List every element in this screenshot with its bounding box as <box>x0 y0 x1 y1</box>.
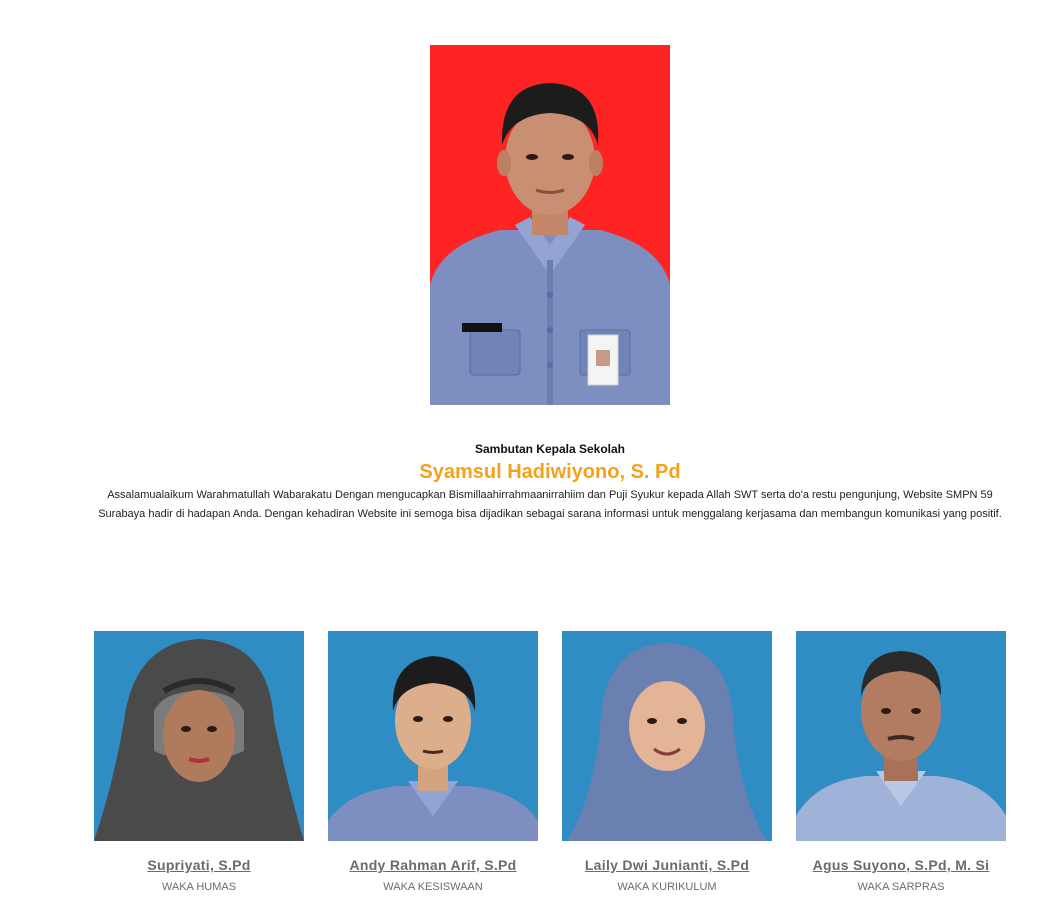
staff-portrait-icon <box>562 631 772 841</box>
staff-card: Agus Suyono, S.Pd, M. Si WAKA SARPRAS <box>796 631 1006 894</box>
principal-portrait-icon <box>430 45 670 405</box>
staff-photo <box>328 631 538 841</box>
staff-name-link[interactable]: Andy Rahman Arif, S.Pd <box>328 856 538 874</box>
staff-card: Andy Rahman Arif, S.Pd WAKA KESISWAAN <box>328 631 538 894</box>
staff-role: WAKA KESISWAAN <box>383 881 483 893</box>
staff-role: WAKA HUMAS <box>161 881 237 893</box>
principal-name: Syamsul Hadiwiyono, S. Pd <box>419 461 681 483</box>
principal-photo <box>430 45 670 405</box>
staff-card: Supriyati, S.Pd WAKA HUMAS <box>94 631 304 894</box>
staff-name-link[interactable]: Agus Suyono, S.Pd, M. Si <box>796 856 1006 874</box>
staff-role: WAKA SARPRAS <box>857 881 945 893</box>
staff-name-link[interactable]: Laily Dwi Junianti, S.Pd <box>562 856 772 874</box>
staff-photo <box>796 631 1006 841</box>
welcome-label: Sambutan Kepala Sekolah <box>474 442 626 456</box>
staff-card: Laily Dwi Junianti, S.Pd WAKA KURIKULUM <box>562 631 772 894</box>
staff-portrait-icon <box>328 631 538 841</box>
welcome-section: Sambutan Kepala Sekolah Syamsul Hadiwiyo… <box>90 440 1010 524</box>
staff-photo <box>94 631 304 841</box>
welcome-message: Assalamualaikum Warahmatullah Wabarakatu… <box>98 489 1002 520</box>
staff-portrait-icon <box>796 631 1006 841</box>
staff-name-link[interactable]: Supriyati, S.Pd <box>94 856 304 874</box>
staff-list: Supriyati, S.Pd WAKA HUMAS Andy Rahman A… <box>94 631 1006 901</box>
staff-portrait-icon <box>94 631 304 841</box>
staff-role: WAKA KURIKULUM <box>617 881 717 893</box>
staff-photo <box>562 631 772 841</box>
